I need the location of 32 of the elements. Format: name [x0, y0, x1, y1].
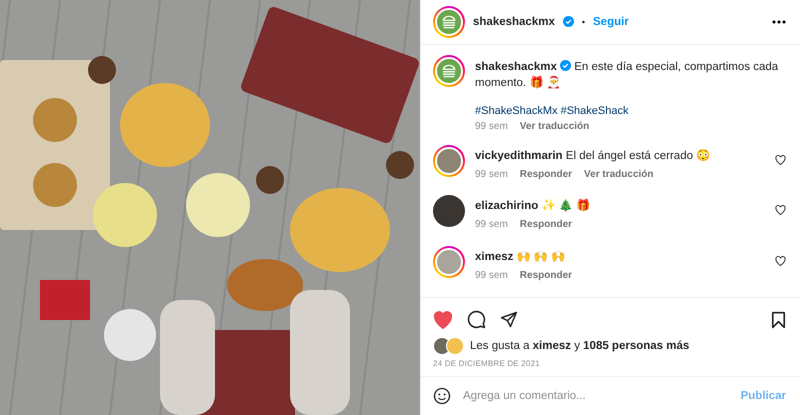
follow-button[interactable]: Seguir	[593, 16, 629, 28]
post-date: 24 DE DICIEMBRE DE 2021	[432, 358, 541, 370]
comment-input[interactable]: Agrega un comentario...	[463, 390, 729, 402]
post-time: 99 sem	[475, 120, 508, 132]
comment-text: elizachirino ✨ 🎄 🎁	[475, 199, 591, 214]
user-avatar[interactable]	[433, 195, 465, 228]
emoji-icon[interactable]	[433, 387, 451, 405]
translate-link[interactable]: Ver traducción	[520, 120, 590, 132]
comment-text: ximesz 🙌 🙌 🙌	[475, 250, 566, 264]
separator-dot: •	[582, 16, 585, 27]
heart-icon[interactable]	[775, 154, 786, 165]
brand-avatar[interactable]	[433, 54, 465, 87]
reply-link[interactable]: Responder	[520, 270, 572, 282]
heart-icon[interactable]	[775, 256, 786, 266]
translate-link[interactable]: Ver traducción	[584, 168, 654, 180]
username[interactable]: shakeshackmx	[473, 16, 555, 28]
comment-text: vickyedithmarin El del ángel está cerrado 😳	[475, 148, 712, 163]
comment-time: 99 sem	[475, 270, 508, 282]
more-options-icon[interactable]	[772, 20, 786, 24]
reply-link[interactable]: Responder	[520, 219, 572, 230]
bookmark-icon[interactable]	[771, 310, 786, 328]
caption-text: shakeshackmx En este día especial, compartimos cada momento. 🎁 🎅	[475, 58, 780, 91]
comment-icon[interactable]	[467, 310, 486, 329]
comment-time: 99 sem	[475, 219, 508, 230]
comment-time: 99 sem	[475, 168, 508, 180]
heart-icon[interactable]	[775, 205, 786, 216]
reply-link[interactable]: Responder	[520, 168, 572, 180]
liker-avatar	[446, 337, 464, 355]
likes-text[interactable]: Les gusta a ximesz y 1085 personas más	[470, 340, 690, 352]
hashtags-link[interactable]: #ShakeShackMx #ShakeShack	[475, 104, 786, 117]
send-icon[interactable]	[500, 311, 518, 328]
brand-avatar[interactable]	[433, 6, 465, 38]
